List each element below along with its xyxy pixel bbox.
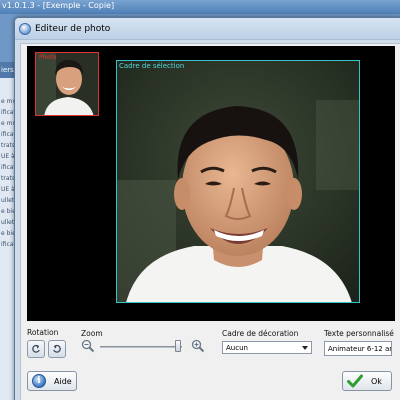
thumbnail-portrait-image bbox=[36, 53, 98, 115]
rotate-right-icon bbox=[53, 344, 61, 353]
thumbnail-label: Photo bbox=[39, 54, 57, 61]
zoom-slider-track[interactable] bbox=[100, 346, 182, 348]
background-window-titlebar: v1.0.1.3 - [Exemple - Copie] bbox=[0, 0, 400, 14]
decoration-frame-value: Aucun bbox=[226, 344, 248, 352]
rotate-left-icon bbox=[32, 344, 40, 353]
photo-thumbnail: Photo bbox=[35, 52, 99, 116]
custom-text-input[interactable]: Animateur 6-12 ans bbox=[324, 341, 392, 356]
rotation-label: Rotation bbox=[27, 328, 59, 337]
dialog-content: Photo Cadre de sélection Rotation Zoom C… bbox=[20, 43, 400, 400]
zoom-out-icon[interactable] bbox=[81, 339, 95, 353]
background-sidebar-item: UE à bbox=[1, 153, 15, 160]
selection-frame-label: Cadre de sélection bbox=[119, 62, 185, 70]
selection-frame[interactable]: Cadre de sélection bbox=[116, 60, 360, 303]
zoom-label: Zoom bbox=[81, 329, 103, 338]
zoom-in-icon[interactable] bbox=[191, 339, 205, 353]
background-window-title: v1.0.1.3 - [Exemple - Copie] bbox=[2, 1, 115, 10]
rotate-left-button[interactable] bbox=[27, 340, 45, 358]
background-sidebar-item: trats bbox=[1, 142, 15, 149]
decoration-frame-label: Cadre de décoration bbox=[222, 329, 299, 338]
ok-button-label: Ok bbox=[371, 376, 382, 386]
background-sidebar-item: UE à bbox=[1, 186, 15, 193]
help-icon: i bbox=[32, 374, 46, 388]
help-button[interactable]: i Aide bbox=[27, 371, 77, 391]
custom-text-label: Texte personnalisé bbox=[324, 329, 394, 338]
rotate-right-button[interactable] bbox=[48, 340, 66, 358]
photo-editor-dialog: Editeur de photo Photo Cadre de sélectio… bbox=[14, 17, 400, 400]
dialog-titlebar: Editeur de photo bbox=[15, 18, 400, 40]
app-icon bbox=[19, 22, 31, 35]
background-sidebar-item: trats bbox=[1, 175, 15, 182]
checkmark-icon bbox=[347, 374, 363, 388]
ok-button[interactable]: Ok bbox=[342, 371, 392, 391]
dialog-title: Editeur de photo bbox=[35, 23, 111, 34]
zoom-slider-thumb[interactable] bbox=[174, 340, 181, 352]
decoration-frame-select[interactable]: Aucun bbox=[222, 341, 312, 354]
help-button-label: Aide bbox=[54, 376, 72, 386]
chevron-down-icon bbox=[302, 346, 308, 350]
